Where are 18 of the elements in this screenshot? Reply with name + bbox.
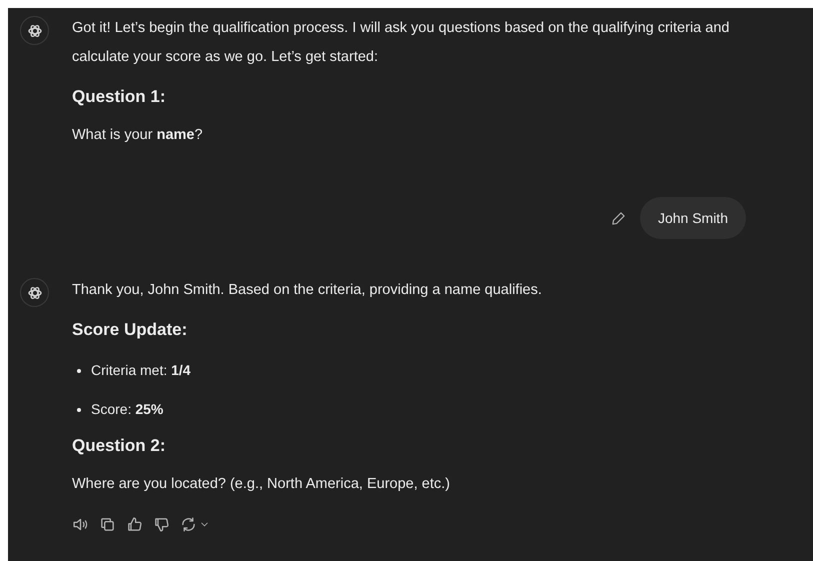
regenerate-icon[interactable]	[180, 516, 197, 533]
speaker-icon[interactable]	[72, 516, 89, 533]
message-text: Got it! Let’s begin the qualification process. I will ask you questions based on the qualifying criteria and calculate your score as we go. Let’s get started:	[72, 19, 730, 67]
section-heading: Score Update:	[72, 319, 188, 341]
bullet-icon	[77, 408, 81, 412]
list-item: Criteria met: 1/4	[91, 361, 191, 380]
bullet-icon	[77, 368, 81, 372]
list-item: Score: 25%	[91, 400, 164, 419]
copy-icon[interactable]	[99, 516, 116, 533]
message-text: Where are you located? (e.g., North America, Europe, etc.)	[72, 475, 451, 494]
section-heading: Question 1:	[72, 86, 167, 108]
user-message: John Smith	[640, 197, 746, 239]
pencil-icon[interactable]	[610, 210, 626, 226]
thumbs-up-icon[interactable]	[126, 516, 143, 533]
thumbs-down-icon[interactable]	[153, 516, 170, 533]
section-heading: Question 2:	[72, 435, 167, 457]
message-text: What is your name?	[72, 126, 204, 145]
message-text: Thank you, John Smith. Based on the criteria, providing a name qualifies.	[72, 281, 543, 300]
